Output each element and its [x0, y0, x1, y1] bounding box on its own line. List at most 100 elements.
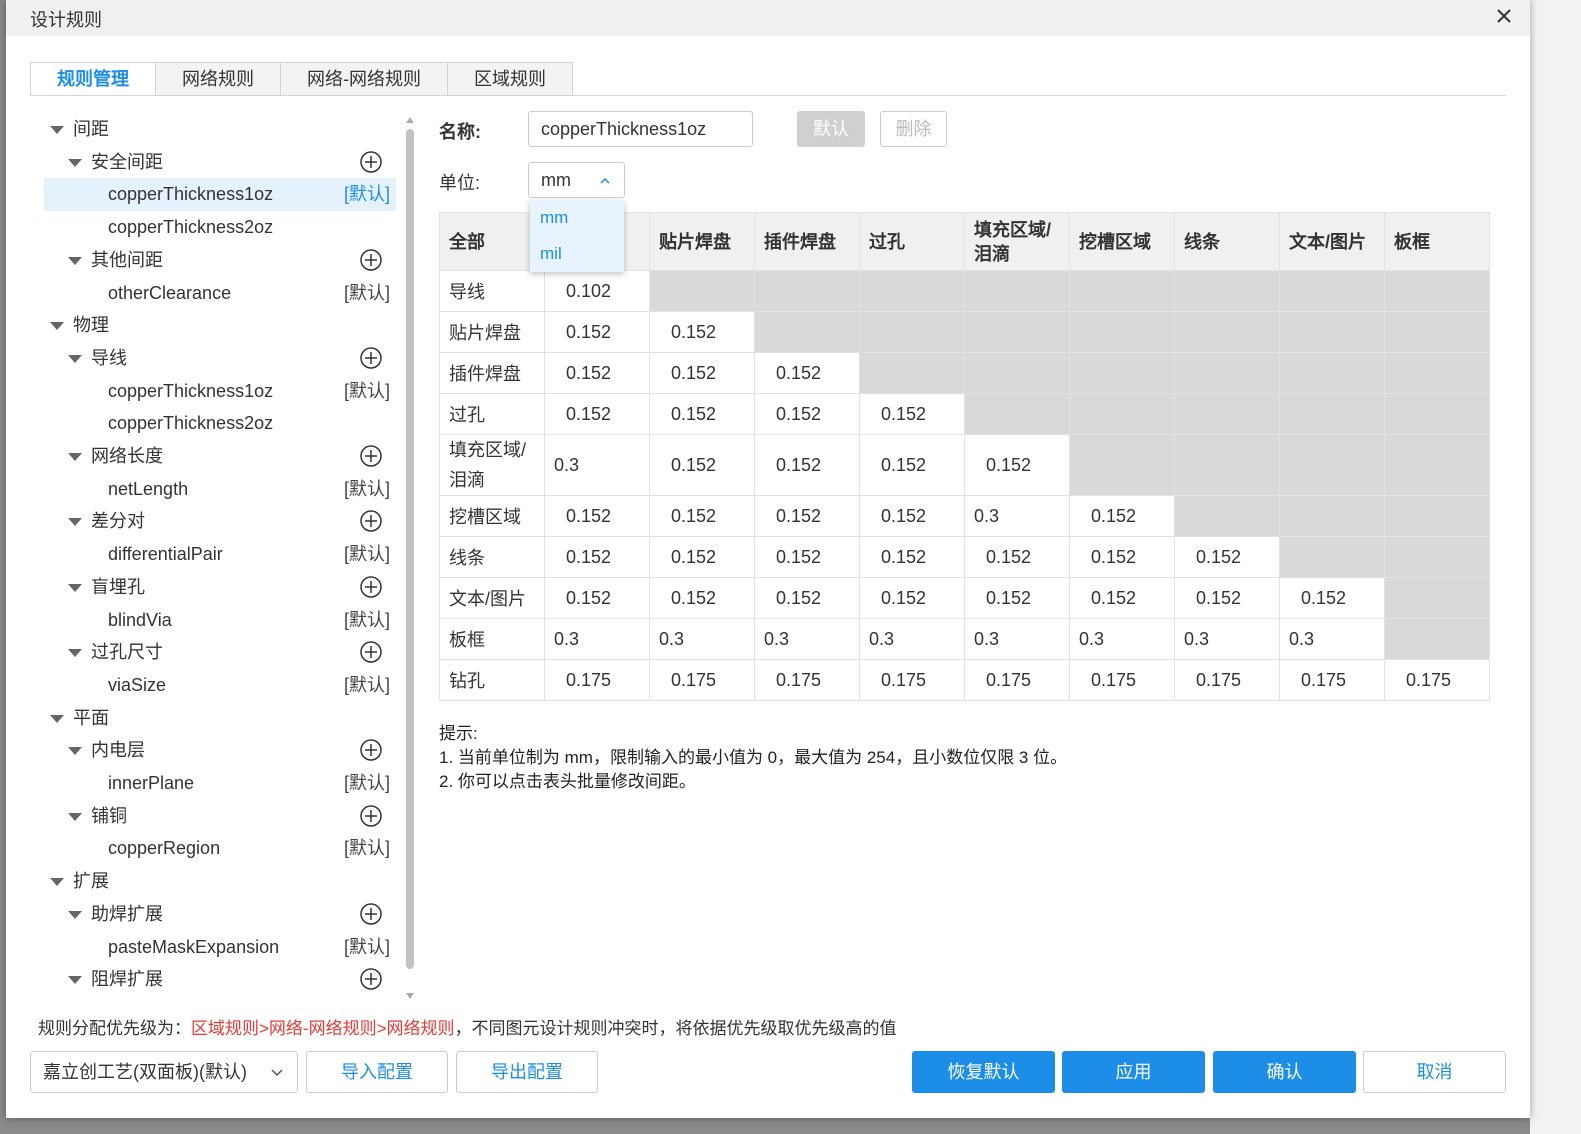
matrix-cell[interactable]: 0.152: [964, 577, 1070, 619]
matrix-row-header[interactable]: 线条: [439, 536, 545, 578]
matrix-cell[interactable]: 0.3: [649, 618, 755, 660]
matrix-cell[interactable]: 0.152: [1279, 577, 1385, 619]
tree-rule-item[interactable]: otherClearance [默认]: [44, 277, 396, 310]
matrix-row-header[interactable]: 文本/图片: [439, 577, 545, 619]
tree-scrollbar[interactable]: [404, 113, 416, 1003]
matrix-column-header[interactable]: 文本/图片: [1279, 212, 1385, 271]
add-circle-icon[interactable]: [360, 347, 382, 369]
add-circle-icon[interactable]: [360, 150, 382, 173]
caret-down-icon[interactable]: [68, 649, 82, 658]
matrix-cell[interactable]: 0.152: [964, 536, 1070, 578]
matrix-row-header[interactable]: 过孔: [439, 393, 545, 435]
matrix-row-header[interactable]: 贴片焊盘: [439, 311, 545, 353]
cancel-button[interactable]: 取消: [1363, 1051, 1506, 1093]
matrix-cell[interactable]: 0.175: [859, 659, 965, 701]
caret-down-icon[interactable]: [68, 158, 82, 167]
scroll-down-arrow-icon[interactable]: [406, 993, 414, 999]
matrix-cell[interactable]: 0.152: [649, 495, 755, 537]
matrix-cell[interactable]: 0.152: [544, 536, 650, 578]
matrix-header-all[interactable]: 全部: [439, 212, 545, 271]
tree-rule-item[interactable]: differentialPair [默认]: [44, 538, 396, 571]
add-circle-icon[interactable]: [360, 804, 382, 827]
matrix-cell[interactable]: 0.152: [1069, 536, 1175, 578]
matrix-cell[interactable]: 0.175: [1384, 659, 1490, 701]
tree-category[interactable]: 盲埋孔: [44, 571, 396, 604]
matrix-cell[interactable]: 0.152: [754, 536, 860, 578]
add-circle-icon[interactable]: [360, 641, 382, 663]
matrix-cell[interactable]: 0.152: [649, 434, 755, 496]
tree-rule-item[interactable]: copperRegion [默认]: [44, 832, 396, 865]
matrix-cell[interactable]: 0.152: [649, 393, 755, 435]
import-config-button[interactable]: 导入配置: [306, 1051, 448, 1093]
matrix-cell[interactable]: 0.152: [544, 577, 650, 619]
caret-down-icon[interactable]: [50, 714, 64, 723]
tab-4[interactable]: 区域规则: [448, 62, 573, 96]
tree-category[interactable]: 助焊扩展: [44, 898, 396, 931]
caret-down-icon[interactable]: [68, 910, 82, 919]
matrix-cell[interactable]: 0.152: [859, 495, 965, 537]
tree-group[interactable]: 间距: [44, 113, 396, 146]
matrix-row-header[interactable]: 挖槽区域: [439, 495, 545, 537]
matrix-cell[interactable]: 0.152: [544, 393, 650, 435]
tab-1[interactable]: 规则管理: [30, 62, 156, 96]
caret-down-icon[interactable]: [50, 322, 64, 331]
matrix-row-header[interactable]: 板框: [439, 618, 545, 660]
tree-category[interactable]: 过孔尺寸: [44, 636, 396, 669]
tree-category[interactable]: 内电层: [44, 734, 396, 767]
matrix-cell[interactable]: 0.3: [964, 495, 1070, 537]
matrix-cell[interactable]: 0.152: [754, 352, 860, 394]
caret-down-icon[interactable]: [50, 878, 64, 887]
tree-group[interactable]: 物理: [44, 309, 396, 342]
matrix-cell[interactable]: 0.175: [964, 659, 1070, 701]
matrix-cell[interactable]: 0.175: [1174, 659, 1280, 701]
tree-rule-item[interactable]: copperThickness1oz [默认]: [44, 375, 396, 408]
tree-category[interactable]: 阻焊扩展: [44, 963, 396, 996]
matrix-cell[interactable]: 0.3: [754, 618, 860, 660]
matrix-cell[interactable]: 0.152: [859, 434, 965, 496]
matrix-cell[interactable]: 0.152: [649, 352, 755, 394]
matrix-cell[interactable]: 0.152: [754, 434, 860, 496]
matrix-cell[interactable]: 0.3: [964, 618, 1070, 660]
matrix-cell[interactable]: 0.175: [649, 659, 755, 701]
matrix-cell[interactable]: 0.152: [859, 577, 965, 619]
restore-default-button[interactable]: 恢复默认: [912, 1051, 1055, 1093]
scroll-up-arrow-icon[interactable]: [406, 117, 414, 123]
matrix-column-header[interactable]: 挖槽区域: [1069, 212, 1175, 271]
matrix-cell[interactable]: 0.152: [964, 434, 1070, 496]
unit-option-mil[interactable]: mil: [530, 236, 624, 272]
tree-rule-item[interactable]: netLength [默认]: [44, 473, 396, 506]
default-button[interactable]: 默认: [797, 111, 865, 147]
matrix-column-header[interactable]: 线条: [1174, 212, 1280, 271]
apply-button[interactable]: 应用: [1062, 1051, 1205, 1093]
matrix-cell[interactable]: 0.152: [859, 536, 965, 578]
matrix-cell[interactable]: 0.3: [544, 434, 650, 496]
delete-button[interactable]: 删除: [880, 111, 947, 147]
matrix-cell[interactable]: 0.152: [544, 352, 650, 394]
tree-rule-item[interactable]: viaSize [默认]: [44, 669, 396, 702]
matrix-cell[interactable]: 0.152: [1069, 495, 1175, 537]
matrix-cell[interactable]: 0.152: [544, 495, 650, 537]
add-circle-icon[interactable]: [360, 510, 382, 533]
caret-down-icon[interactable]: [68, 747, 82, 756]
scroll-thumb[interactable]: [406, 129, 414, 969]
matrix-row-header[interactable]: 插件焊盘: [439, 352, 545, 394]
matrix-cell[interactable]: 0.3: [859, 618, 965, 660]
matrix-cell[interactable]: 0.152: [754, 495, 860, 537]
unit-select[interactable]: mm: [528, 162, 625, 198]
matrix-cell[interactable]: 0.152: [649, 577, 755, 619]
matrix-column-header[interactable]: 板框: [1384, 212, 1490, 271]
matrix-cell[interactable]: 0.3: [1279, 618, 1385, 660]
matrix-cell[interactable]: 0.175: [1279, 659, 1385, 701]
export-config-button[interactable]: 导出配置: [456, 1051, 598, 1093]
caret-down-icon[interactable]: [68, 518, 82, 527]
tree-category[interactable]: 导线: [44, 342, 396, 375]
matrix-cell[interactable]: 0.175: [544, 659, 650, 701]
matrix-cell[interactable]: 0.152: [859, 393, 965, 435]
add-circle-icon[interactable]: [360, 445, 382, 467]
matrix-cell[interactable]: 0.152: [1069, 577, 1175, 619]
tree-category[interactable]: 安全间距: [44, 146, 396, 179]
add-circle-icon[interactable]: [360, 903, 382, 925]
matrix-cell[interactable]: 0.175: [1069, 659, 1175, 701]
caret-down-icon[interactable]: [68, 976, 82, 985]
matrix-cell[interactable]: 0.102: [544, 270, 650, 312]
